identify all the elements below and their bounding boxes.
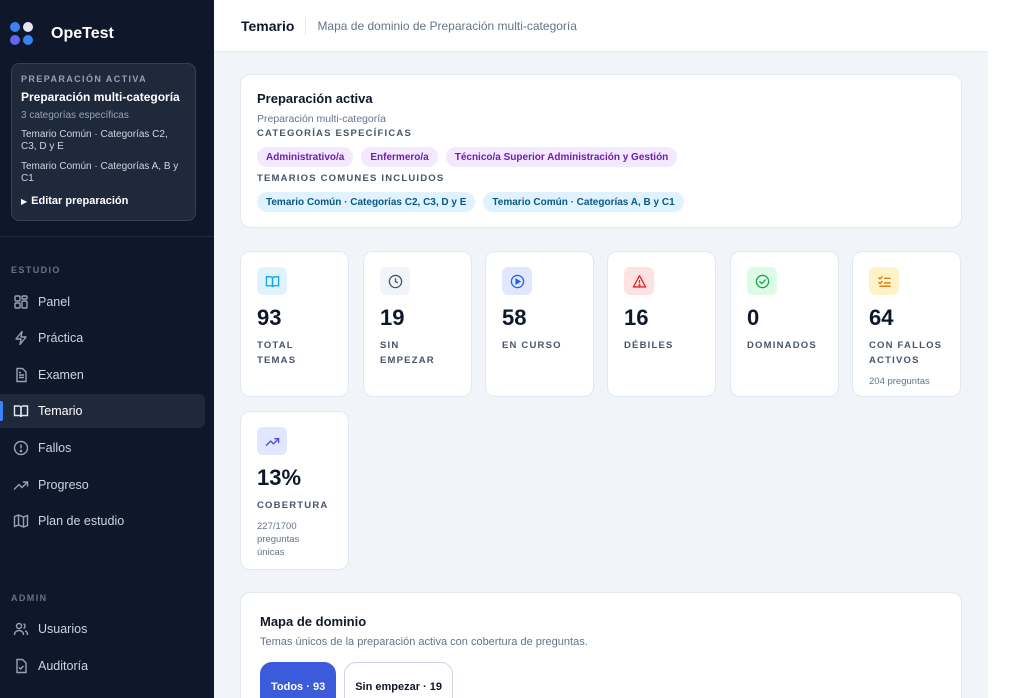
stat-dominados[interactable]: 0 DOMINADOS — [730, 251, 839, 397]
stat-value: 58 — [502, 305, 527, 330]
active-prep-card: PREPARACIÓN ACTIVA Preparación multi-cat… — [11, 63, 196, 221]
stat-value: 19 — [380, 305, 405, 330]
sidebar-item-label: Auditoría — [38, 659, 89, 673]
stat-sin-empezar[interactable]: 19 SIN EMPEZAR — [363, 251, 472, 397]
section-label-study: ESTUDIO — [11, 265, 61, 275]
sidebar-item-label: Temario — [38, 404, 83, 418]
sidebar-item-auditoria[interactable]: Auditoría — [0, 649, 205, 683]
common-chip: Temario Común · Categorías C2, C3, D y E — [257, 192, 476, 212]
sidebar-item-practica[interactable]: Práctica — [0, 321, 205, 355]
stat-label: DOMINADOS — [747, 340, 817, 351]
stat-en-curso[interactable]: 58 EN CURSO — [485, 251, 594, 397]
stat-label: COBERTURA — [257, 500, 329, 511]
category-chip: Administrativo/a — [257, 147, 354, 167]
sidebar-item-label: Plan de estudio — [38, 514, 125, 528]
brand-logo-icon — [10, 22, 34, 46]
brand-name: OpeTest — [51, 25, 114, 42]
stat-label: SIN EMPEZAR — [380, 340, 435, 366]
stat-total-temas[interactable]: 93 TOTAL TEMAS — [240, 251, 349, 397]
topbar-divider — [305, 16, 307, 35]
common-chips: Temario Común · Categorías C2, C3, D y E… — [257, 192, 945, 212]
sidebar-item-fallos[interactable]: Fallos — [0, 431, 205, 465]
prep-common-line: Temario Común · Categorías A, B y C1 — [21, 161, 179, 184]
prep-common-line: Temario Común · Categorías C2, C3, D y E — [21, 129, 168, 152]
warning-icon — [624, 267, 654, 295]
play-icon — [502, 267, 532, 295]
category-chip: Técnico/a Superior Administración y Gest… — [445, 147, 678, 167]
grid-icon — [14, 295, 28, 309]
sidebar-item-label: Fallos — [38, 441, 72, 455]
users-icon — [13, 622, 29, 636]
topbar: Temario Mapa de dominio de Preparación m… — [214, 0, 988, 52]
category-chips: Administrativo/a Enfermero/a Técnico/a S… — [257, 147, 945, 167]
sidebar-item-usuarios[interactable]: Usuarios — [0, 612, 205, 646]
stat-debiles[interactable]: 16 DÉBILES — [607, 251, 716, 397]
book-icon — [257, 267, 287, 295]
sidebar-item-panel[interactable]: Panel — [0, 285, 205, 319]
commons-label: TEMARIOS COMUNES INCLUIDOS — [257, 173, 445, 184]
sidebar-item-label: Panel — [38, 295, 70, 309]
book-icon — [13, 405, 29, 418]
stat-value: 93 — [257, 305, 282, 330]
check-circle-icon — [747, 267, 777, 295]
window-edge — [988, 0, 1016, 698]
edit-prep-label: Editar preparación — [31, 195, 129, 207]
edit-prep-button[interactable]: ▶ Editar preparación — [21, 195, 186, 207]
category-chip: Enfermero/a — [361, 147, 438, 167]
stat-con-fallos[interactable]: 64 CON FALLOS ACTIVOS 204 preguntas — [852, 251, 961, 397]
sidebar-item-label: Examen — [38, 368, 84, 382]
sidebar-item-plan[interactable]: Plan de estudio — [0, 504, 205, 538]
sidebar-item-examen[interactable]: Examen — [0, 358, 205, 392]
stat-value: 0 — [747, 305, 760, 330]
categories-label: CATEGORÍAS ESPECÍFICAS — [257, 128, 413, 139]
audit-icon — [16, 658, 27, 674]
stat-value: 16 — [624, 305, 649, 330]
sidebar-item-label: Usuarios — [38, 622, 88, 636]
sidebar-item-label: Práctica — [38, 331, 84, 345]
stat-note: 204 preguntas — [869, 376, 930, 387]
stat-value: 64 — [869, 305, 894, 330]
sidebar-divider — [0, 236, 214, 237]
stat-label: TOTAL TEMAS — [257, 340, 297, 366]
stat-label: EN CURSO — [502, 340, 562, 351]
filter-todos-button[interactable]: Todos · 93 — [260, 662, 337, 698]
domain-filters: Todos · 93 Sin empezar · 19 — [260, 662, 454, 698]
sidebar-item-label: Progreso — [38, 478, 89, 492]
active-prep-title: Preparación activa — [257, 91, 373, 106]
sidebar-item-temario[interactable]: Temario — [0, 394, 205, 428]
active-prep-panel: Preparación activa Preparación multi-cat… — [240, 74, 962, 228]
trend-icon — [257, 427, 287, 455]
domain-map-subtitle: Temas únicos de la preparación activa co… — [260, 636, 588, 648]
stat-value: 13% — [257, 465, 302, 490]
page-subtitle: Mapa de dominio de Preparación multi-cat… — [317, 18, 577, 33]
common-chip: Temario Común · Categorías A, B y C1 — [483, 192, 684, 212]
map-icon — [13, 514, 29, 528]
brand[interactable]: OpeTest — [10, 22, 114, 46]
active-prep-name: Preparación multi-categoría — [257, 113, 386, 125]
stat-cobertura[interactable]: 13% COBERTURA 227/1700 preguntas únicas — [240, 411, 349, 570]
stat-note: 227/1700 preguntas únicas — [257, 521, 300, 558]
page-title: Temario — [241, 17, 295, 34]
stat-label: DÉBILES — [624, 340, 674, 351]
trend-icon — [13, 481, 29, 490]
bolt-icon — [15, 330, 27, 346]
clock-icon — [380, 267, 410, 295]
domain-map-title: Mapa de dominio — [260, 614, 367, 629]
prep-title: Preparación multi-categoría — [21, 90, 180, 104]
sidebar: OpeTest PREPARACIÓN ACTIVA Preparación m… — [0, 0, 214, 698]
prep-subtitle: 3 categorías específicas — [21, 110, 129, 121]
prep-kicker: PREPARACIÓN ACTIVA — [21, 74, 148, 84]
stat-label: CON FALLOS ACTIVOS — [869, 340, 943, 366]
alert-circle-icon — [13, 440, 29, 456]
filter-sin-empezar-button[interactable]: Sin empezar · 19 — [344, 662, 454, 698]
triangle-right-icon: ▶ — [21, 196, 28, 206]
document-icon — [16, 367, 27, 383]
sidebar-item-progreso[interactable]: Progreso — [0, 468, 205, 502]
section-label-admin: ADMIN — [11, 593, 48, 603]
domain-map-panel: Mapa de dominio Temas únicos de la prepa… — [240, 592, 962, 698]
list-check-icon — [869, 267, 899, 295]
